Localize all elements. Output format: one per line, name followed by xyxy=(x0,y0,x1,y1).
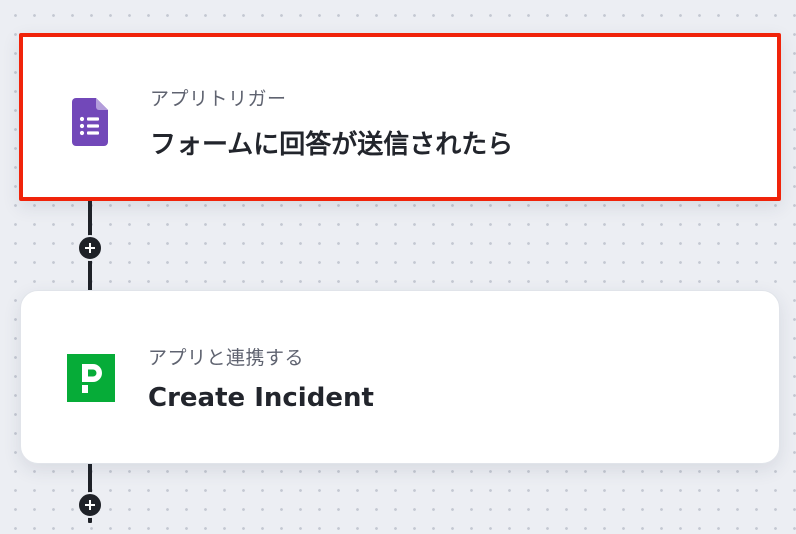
step-type-label: アプリトリガー xyxy=(150,88,287,110)
pagerduty-icon xyxy=(67,354,115,402)
action-step-card[interactable]: アプリと連携する Create Incident xyxy=(20,290,780,464)
trigger-step-card[interactable]: アプリトリガー フォームに回答が送信されたら xyxy=(19,33,781,201)
workflow-canvas: { "workflow": { "steps": [ { "subtitle":… xyxy=(0,0,796,534)
plus-icon xyxy=(85,243,95,253)
step-title: フォームに回答が送信されたら xyxy=(150,130,514,160)
step-type-label: アプリと連携する xyxy=(148,347,305,369)
add-step-button[interactable] xyxy=(77,235,103,261)
plus-icon xyxy=(85,500,95,510)
google-forms-icon xyxy=(72,98,108,146)
step-title: Create Incident xyxy=(148,383,374,413)
add-step-button[interactable] xyxy=(77,492,103,518)
